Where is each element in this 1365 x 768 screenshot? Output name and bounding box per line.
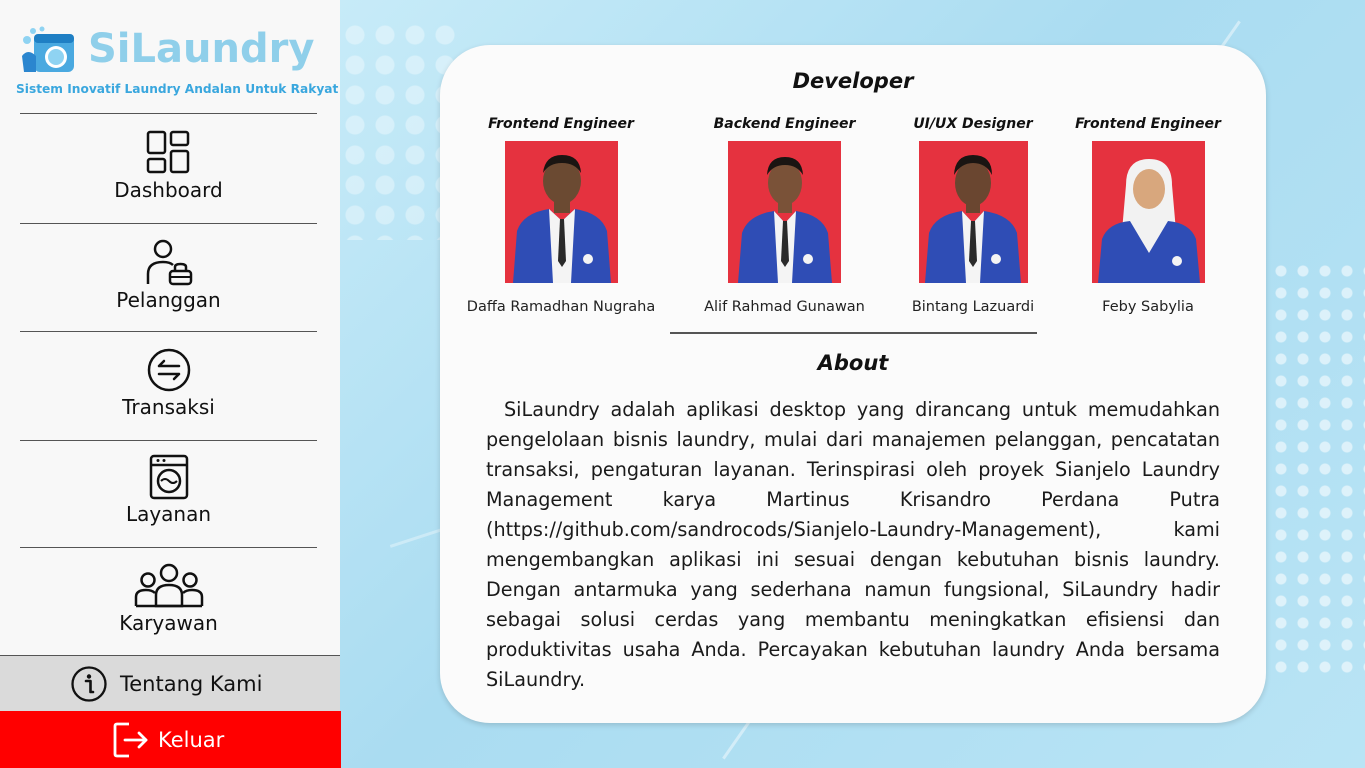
sidebar-item-pelanggan[interactable]: Pelanggan: [20, 223, 317, 331]
developer-role: Frontend Engineer: [1075, 116, 1221, 132]
info-icon: [71, 665, 107, 702]
brand: SiLaundry Sistem Inovatif Laundry Andala…: [16, 24, 338, 104]
sidebar-item-label: Keluar: [158, 727, 225, 752]
sidebar-item-transaksi[interactable]: Transaksi: [20, 331, 317, 440]
developer-name: Feby Sabylia: [1102, 299, 1194, 315]
washing-machine-icon: [149, 454, 188, 500]
developer-role: UI/UX Designer: [913, 116, 1033, 132]
dashboard-grid-icon: [146, 130, 189, 174]
sidebar-item-tentang-kami[interactable]: Tentang Kami: [0, 655, 340, 711]
logout-button[interactable]: Keluar: [0, 711, 341, 768]
member-photo: [728, 141, 841, 283]
developer-card: Frontend Engineer Feby Sabylia: [1073, 115, 1223, 315]
sidebar-item-label: Dashboard: [114, 178, 223, 202]
developer-card: Frontend Engineer Daffa Ramadhan Nugraha: [462, 115, 660, 315]
about-title: About: [817, 351, 889, 375]
member-photo: [1091, 141, 1205, 283]
sidebar: SiLaundry Sistem Inovatif Laundry Andala…: [0, 0, 341, 768]
developer-name: Daffa Ramadhan Nugraha: [466, 299, 656, 315]
developer-card: UI/UX Designer Bintang Lazuardi: [902, 115, 1044, 315]
sidebar-item-dashboard[interactable]: Dashboard: [20, 113, 317, 223]
developer-name: Alif Rahmad Gunawan: [704, 299, 865, 315]
customer-icon: [146, 239, 192, 286]
developer-card: Backend Engineer Alif Rahmad Gunawan: [692, 115, 877, 315]
sidebar-item-label: Pelanggan: [116, 288, 221, 312]
app-title: SiLaundry: [88, 26, 315, 72]
sidebar-item-label: Layanan: [125, 502, 212, 526]
member-photo: [504, 141, 618, 283]
developer-role: Backend Engineer: [713, 116, 856, 132]
sidebar-item-label: Transaksi: [122, 395, 215, 419]
sidebar-item-karyawan[interactable]: Karyawan: [20, 547, 317, 655]
app-tagline: Sistem Inovatif Laundry Andalan Untuk Ra…: [16, 82, 339, 96]
section-divider: [670, 332, 1037, 334]
washing-machine-logo-icon: [22, 26, 74, 72]
developer-title: Developer: [792, 69, 914, 93]
sidebar-item-label: Karyawan: [119, 611, 218, 635]
sidebar-item-layanan[interactable]: Layanan: [20, 440, 317, 547]
about-card: Developer Frontend Engineer Daffa Ramadh…: [440, 45, 1266, 723]
sidebar-item-label: Tentang Kami: [120, 671, 263, 696]
transaction-icon: [147, 348, 190, 392]
developer-role: Frontend Engineer: [488, 116, 634, 132]
member-photo: [918, 141, 1028, 283]
logout-icon: [113, 722, 148, 757]
employees-icon: [134, 563, 203, 608]
about-paragraph: SiLaundry adalah aplikasi desktop yang d…: [486, 398, 1220, 691]
developer-name: Bintang Lazuardi: [911, 299, 1035, 315]
